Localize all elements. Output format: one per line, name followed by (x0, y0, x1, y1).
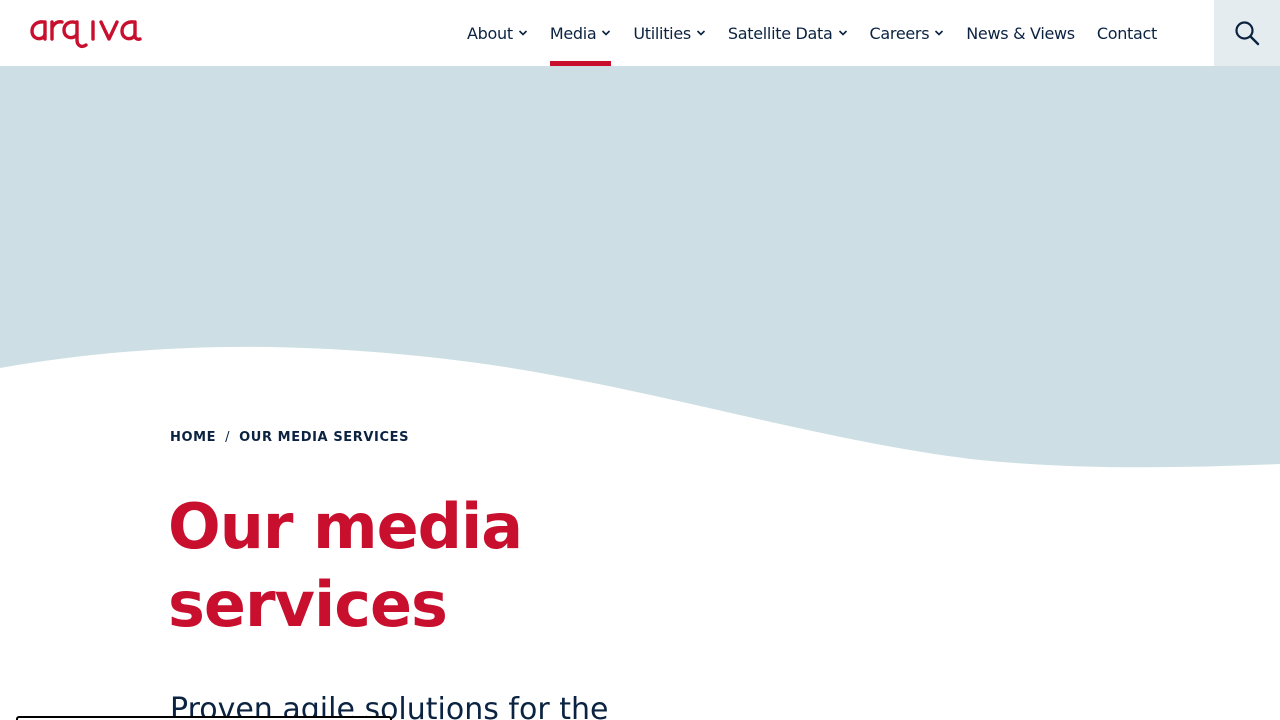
chevron-down-icon (602, 30, 611, 36)
nav-item-contact[interactable]: Contact (1086, 0, 1168, 66)
nav-item-news-views[interactable]: News & Views (955, 0, 1086, 66)
chevron-down-icon (696, 30, 705, 36)
hero-wave-shape (0, 66, 1280, 468)
nav-item-label: About (467, 23, 513, 43)
nav-item-label: Media (549, 23, 597, 43)
nav-item-careers[interactable]: Careers (859, 0, 956, 66)
site-header: About Media Utilities Satellite Data Car… (0, 0, 1280, 66)
page-title-line-2: services (168, 568, 448, 641)
page: About Media Utilities Satellite Data Car… (0, 0, 1280, 720)
nav-item-satellite-data[interactable]: Satellite Data (717, 0, 859, 66)
nav-item-media[interactable]: Media (539, 0, 623, 66)
nav-item-label: Careers (869, 23, 930, 43)
nav-item-label: Contact (1096, 23, 1157, 43)
search-icon (1235, 21, 1260, 46)
cookie-banner[interactable] (16, 716, 392, 720)
arqiva-logo[interactable] (30, 10, 162, 50)
page-title: Our media services (168, 488, 688, 644)
search-button[interactable] (1214, 0, 1280, 66)
nav-item-label: Satellite Data (727, 23, 833, 43)
chevron-down-icon (838, 30, 847, 36)
main-navigation: About Media Utilities Satellite Data Car… (456, 0, 1168, 66)
arqiva-logo-mark (30, 20, 142, 49)
nav-item-about[interactable]: About (456, 0, 539, 66)
breadcrumb: HOME / OUR MEDIA SERVICES (170, 430, 409, 445)
nav-item-utilities[interactable]: Utilities (622, 0, 717, 66)
breadcrumb-home-link[interactable]: HOME (170, 430, 216, 445)
chevron-down-icon (518, 30, 527, 36)
page-title-line-1: Our media (168, 490, 523, 563)
nav-item-label: News & Views (966, 23, 1075, 43)
nav-item-label: Utilities (633, 23, 691, 43)
breadcrumb-separator: / (225, 430, 231, 445)
breadcrumb-current: OUR MEDIA SERVICES (239, 430, 410, 445)
chevron-down-icon (935, 30, 944, 36)
hero-banner (0, 66, 1280, 486)
